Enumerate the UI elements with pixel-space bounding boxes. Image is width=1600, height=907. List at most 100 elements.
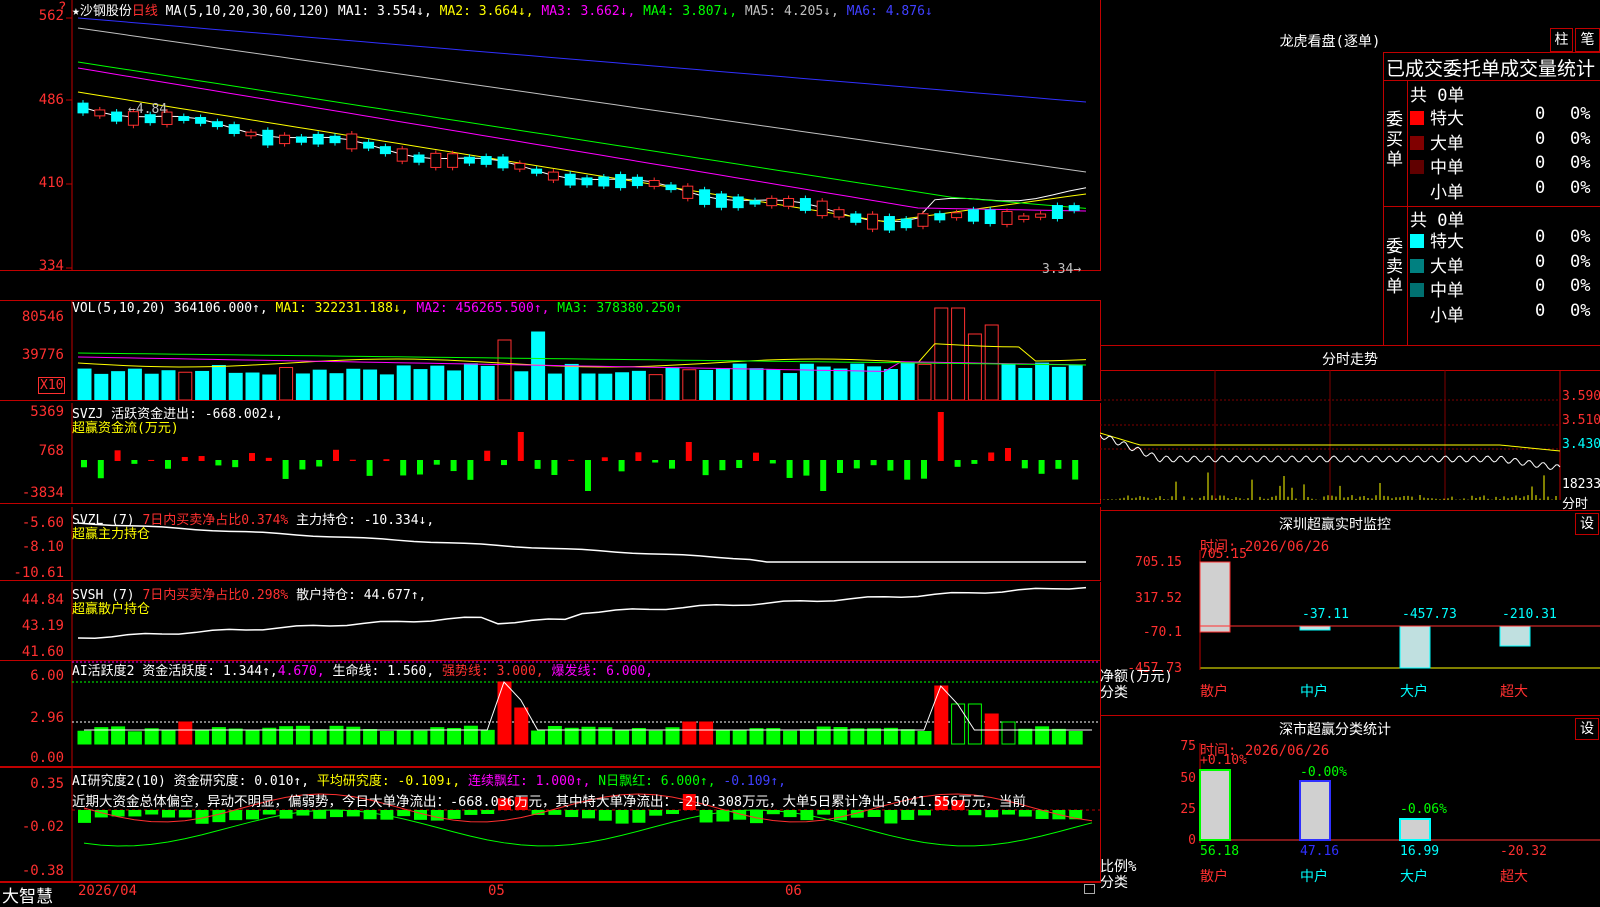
candle — [816, 200, 828, 217]
flow-bar — [400, 460, 407, 476]
research-bar — [330, 810, 343, 818]
svzl-ytick: -10.61 — [13, 565, 64, 581]
volume-bar — [413, 369, 428, 400]
research-bar — [867, 810, 881, 817]
candle — [497, 156, 509, 169]
classify-top-label: +0.10% — [1200, 753, 1247, 768]
flow-bar — [669, 460, 675, 469]
period-label[interactable]: 日线 — [132, 4, 158, 19]
lock-icon[interactable] — [1084, 884, 1095, 894]
flow-bar — [1072, 460, 1079, 480]
flow-bar — [853, 460, 860, 469]
candle — [665, 184, 677, 191]
flow-bar — [316, 460, 323, 467]
research-bar — [968, 810, 982, 816]
activity-bar — [850, 728, 865, 745]
activity-bar — [799, 729, 814, 745]
classify-category: 中户 — [1300, 868, 1328, 885]
ai-research-panel[interactable]: AI研究度2(10) 资金研究度: 0.010↑, 平均研究度: -0.109↓… — [0, 767, 1101, 883]
volume-panel[interactable]: VOL(5,10,20) 364106.000↑, MA1: 322231.18… — [0, 300, 1101, 401]
order-row-中单: 中单 — [1410, 276, 1464, 301]
monitor-panel: 深圳超赢实时监控 设 时间: 2026/06/26 705.15 317.52 -7… — [1100, 510, 1600, 716]
volume-bar — [363, 369, 378, 400]
volume-bar — [1035, 362, 1050, 400]
volume-bar — [211, 365, 226, 400]
research-bar — [128, 810, 142, 817]
research-bar — [901, 810, 915, 820]
fenshi-chart[interactable] — [1100, 345, 1600, 510]
candle — [1051, 205, 1063, 220]
flow-bar — [988, 452, 995, 461]
candle — [94, 109, 106, 117]
monitor-value: -37.11 — [1302, 607, 1349, 622]
fenshi-panel[interactable]: 分时走势 3.590 3.510 3.430 18233 分时 — [1100, 345, 1600, 512]
kline-chart[interactable] — [0, 0, 1100, 270]
order-pct: 0% — [1570, 227, 1591, 247]
volume-bar — [749, 368, 764, 400]
volume-bar — [1001, 363, 1016, 400]
svzj-subtitle: 超赢资金流(万元) — [72, 421, 179, 436]
activity-bar — [161, 729, 176, 745]
activity-bar — [396, 730, 411, 745]
research-bar — [1018, 810, 1032, 817]
flow-bar — [1005, 448, 1011, 461]
tick-mode-button[interactable]: 笔 — [1575, 28, 1600, 52]
volume-bar — [715, 368, 730, 400]
activity-bar — [934, 685, 949, 745]
flow-bar — [1055, 460, 1062, 469]
activity-bar — [262, 727, 277, 745]
stock-name[interactable]: ★沙钢股份 — [72, 4, 132, 19]
ai-activity-panel[interactable]: AI活跃度2 资金活跃度: 1.344↑,4.670, 生命线: 1.560, … — [0, 660, 1101, 767]
activity-bar — [766, 728, 781, 745]
classify-panel: 深市超赢分类统计 设 时间: 2026/06/26 75 50 25 0 +0.10% -… — [1100, 715, 1600, 900]
ai2-value5: -0.109↑, — [723, 774, 787, 789]
flow-bar — [198, 456, 205, 461]
ai2-header: AI研究度2(10) 资金研究度: 0.010↑, 平均研究度: -0.109↓… — [72, 770, 786, 789]
research-bar — [699, 810, 713, 823]
candle — [295, 136, 307, 143]
flow-bar — [366, 460, 373, 476]
order-pct: 0% — [1570, 128, 1591, 149]
flow-bar — [517, 432, 524, 461]
flow-bar — [635, 452, 642, 461]
svsh-panel[interactable]: SVSH (7) 7日内买卖净占比0.298% 散户持仓: 44.677↑, 超… — [0, 582, 1101, 661]
activity-bar — [749, 728, 764, 745]
color-swatch — [1410, 258, 1424, 273]
classify-ylabel2: 分类 — [1100, 875, 1128, 891]
order-count: 0 — [1535, 153, 1546, 173]
classify-top-label: -0.06% — [1400, 802, 1447, 817]
volume-bar — [329, 373, 344, 400]
volume-bar — [497, 339, 512, 400]
flow-bar — [702, 460, 709, 476]
monitor-bar — [1299, 625, 1331, 631]
vol-value: 364106.000↑, — [173, 301, 268, 316]
research-bar — [582, 810, 595, 819]
activity-bar — [312, 729, 327, 745]
svzl-ratio: 7日内买卖净占比0.374% — [142, 513, 289, 528]
order-count: 0 — [1535, 128, 1546, 149]
classify-bar — [1199, 769, 1231, 841]
flow-bar — [484, 450, 491, 461]
activity-bar — [917, 730, 932, 745]
research-bar — [212, 810, 226, 823]
bar-mode-button[interactable]: 柱 — [1550, 28, 1573, 52]
order-row-小单: 小单 — [1410, 301, 1464, 326]
volume-bar — [598, 373, 613, 400]
monitor-bar — [1499, 625, 1531, 647]
volume-bar — [783, 373, 798, 400]
order-count: 0 — [1535, 276, 1546, 296]
volume-bar — [1018, 367, 1033, 400]
activity-bar — [564, 727, 579, 745]
monitor-bar — [1199, 561, 1231, 633]
flow-bar — [954, 460, 961, 467]
svzl-panel[interactable]: SVZL (7) 7日内买卖净占比0.374% 主力持仓: -10.334↓, … — [0, 507, 1101, 581]
longhu-panel: 龙虎看盘(逐单) 柱 笔 已成交委托单成交量统计 委买单 委卖单 共 0单 共 … — [1100, 0, 1600, 346]
candle — [312, 133, 324, 145]
volume-bar — [127, 368, 142, 400]
flow-bar — [450, 460, 457, 472]
svzj-panel[interactable]: SVZJ 活跃资金进出: -668.002↓, 超赢资金流(万元) 5369 7… — [0, 403, 1101, 504]
ai1-lifeline: 生命线: 1.560, — [332, 664, 435, 679]
kline-panel[interactable]: ★沙钢股份日线 MA(5,10,20,30,60,120) MA1: 3.554… — [0, 0, 1101, 277]
candle — [547, 171, 559, 181]
ai1-strongline: 强势线: 3.000, — [442, 664, 544, 679]
